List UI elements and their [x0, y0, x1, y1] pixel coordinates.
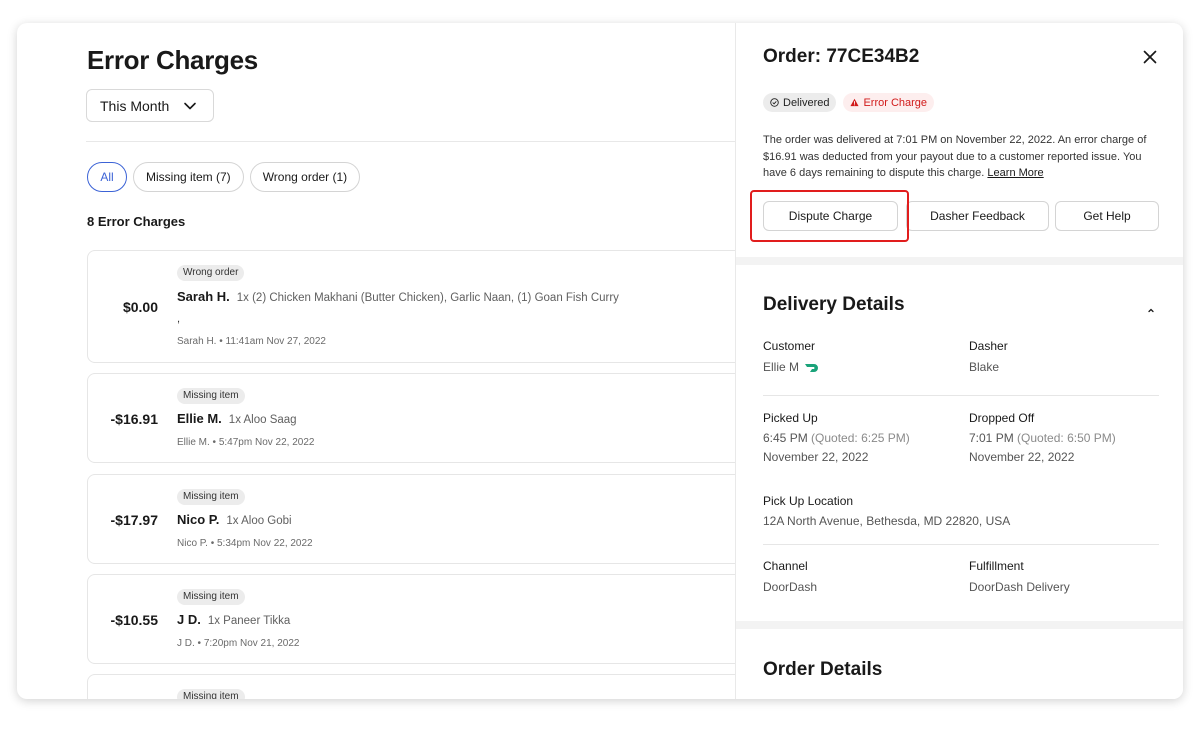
order-items: 1x Aloo Gobi — [226, 515, 292, 527]
pickup-location-value: 12A North Avenue, Bethesda, MD 22820, US… — [763, 514, 1011, 528]
picked-quoted: (Quoted: 6:25 PM) — [811, 431, 910, 445]
app-window: Error Charges This Month All Missing ite… — [17, 23, 1183, 699]
order-items: 1x Paneer Tikka — [207, 615, 291, 627]
pickup-location-label: Pick Up Location — [763, 494, 854, 508]
delivered-label: Delivered — [783, 96, 830, 109]
customer-name: Nico P. — [177, 512, 220, 527]
picked-up-label: Picked Up — [763, 411, 818, 425]
charge-card[interactable]: -$10.55 Missing item J D. 1x Paneer Tikk… — [87, 574, 735, 664]
error-charges-panel: Error Charges This Month All Missing ite… — [17, 23, 735, 699]
customer-name: Sarah H. — [177, 289, 230, 304]
issue-badge: Wrong order — [177, 265, 245, 281]
dropped-off-time: 7:01 PM (Quoted: 6:50 PM) — [969, 431, 1116, 445]
filter-chips: All Missing item (7) Wrong order (1) — [87, 162, 361, 192]
picked-time: 6:45 PM — [763, 431, 808, 445]
charge-meta: J D. • 7:20pm Nov 21, 2022 — [177, 638, 300, 649]
order-items: 1x Aloo Saag — [228, 414, 297, 426]
channel-label: Channel — [763, 559, 808, 573]
page-title: Error Charges — [87, 45, 258, 75]
issue-badge: Missing item — [177, 388, 245, 404]
order-details-title: Order Details — [763, 659, 883, 680]
get-help-button[interactable]: Get Help — [1055, 201, 1159, 231]
divider — [86, 141, 735, 142]
delivered-badge: Delivered — [763, 93, 837, 112]
order-items: 1x (2) Chicken Makhani (Butter Chicken),… — [236, 292, 619, 304]
close-icon[interactable] — [1142, 49, 1158, 65]
month-dropdown[interactable]: This Month — [86, 89, 214, 122]
charge-amount: -$10.55 — [110, 612, 158, 628]
issue-badge: Missing item — [177, 589, 245, 605]
chevron-down-icon — [184, 102, 196, 110]
charge-card[interactable]: -$17.97 Missing item Nico P. 1x Aloo Gob… — [87, 474, 735, 564]
order-title: Order: 77CE34B2 — [763, 46, 920, 67]
check-circle-icon — [770, 98, 779, 107]
dropped-quoted: (Quoted: 6:50 PM) — [1017, 431, 1116, 445]
charge-meta: Sarah H. • 11:41am Nov 27, 2022 — [177, 336, 326, 347]
order-detail-drawer: Order: 77CE34B2 Delivered Error Charge T… — [735, 23, 1183, 699]
learn-more-link[interactable]: Learn More — [987, 167, 1043, 179]
dropped-time: 7:01 PM — [969, 431, 1014, 445]
picked-up-date: November 22, 2022 — [763, 450, 869, 464]
channel-value: DoorDash — [763, 580, 818, 594]
customer-value: Ellie M — [763, 360, 821, 374]
charge-card[interactable]: Missing item — [87, 674, 735, 699]
divider — [763, 395, 1159, 396]
dispute-charge-button[interactable]: Dispute Charge — [763, 201, 898, 231]
issue-badge: Missing item — [177, 689, 245, 699]
items-continuation: , — [177, 313, 181, 325]
fulfillment-label: Fulfillment — [969, 559, 1024, 573]
section-separator — [736, 257, 1183, 265]
customer-label: Customer — [763, 339, 816, 353]
divider — [763, 544, 1159, 545]
dasher-value: Blake — [969, 360, 1000, 374]
picked-up-time: 6:45 PM (Quoted: 6:25 PM) — [763, 431, 910, 445]
status-badges: Delivered Error Charge — [763, 93, 935, 112]
filter-wrong-order[interactable]: Wrong order (1) — [249, 162, 361, 192]
chevron-up-icon[interactable] — [1146, 306, 1156, 314]
filter-missing-item[interactable]: Missing item (7) — [133, 162, 244, 192]
error-charge-badge: Error Charge — [843, 93, 935, 112]
issue-badge: Missing item — [177, 489, 245, 505]
dropped-off-label: Dropped Off — [969, 411, 1035, 425]
month-dropdown-value: This Month — [100, 97, 170, 114]
section-separator — [736, 621, 1183, 629]
description-text: The order was delivered at 7:01 PM on No… — [763, 134, 1147, 179]
customer-name: Ellie M — [763, 360, 800, 374]
charge-description: The order was delivered at 7:01 PM on No… — [763, 132, 1161, 182]
charges-count: 8 Error Charges — [87, 214, 186, 229]
charge-card[interactable]: -$16.91 Missing item Ellie M. 1x Aloo Sa… — [87, 373, 735, 463]
charge-card[interactable]: $0.00 Wrong order Sarah H. 1x (2) Chicke… — [87, 250, 735, 363]
warning-icon — [850, 98, 860, 107]
charge-meta: Nico P. • 5:34pm Nov 22, 2022 — [177, 538, 313, 549]
customer-name: J D. — [177, 612, 201, 627]
fulfillment-value: DoorDash Delivery — [969, 580, 1070, 594]
charge-amount: -$16.91 — [110, 411, 158, 427]
filter-all[interactable]: All — [87, 162, 127, 192]
charge-amount: $0.00 — [122, 299, 158, 315]
doordash-logo-icon — [805, 364, 819, 372]
customer-name: Ellie M. — [177, 411, 222, 426]
charge-meta: Ellie M. • 5:47pm Nov 22, 2022 — [177, 437, 315, 448]
dasher-feedback-button[interactable]: Dasher Feedback — [906, 201, 1049, 231]
charge-amount: -$17.97 — [110, 512, 158, 528]
delivery-details-title: Delivery Details — [763, 294, 905, 315]
dropped-off-date: November 22, 2022 — [969, 450, 1075, 464]
dasher-label: Dasher — [969, 339, 1008, 353]
error-charge-label: Error Charge — [863, 96, 928, 109]
